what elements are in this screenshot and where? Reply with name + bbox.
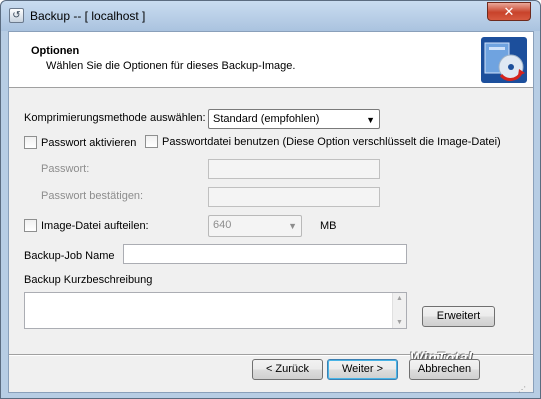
split-unit-label: MB (320, 220, 337, 232)
page-title: Optionen (31, 45, 80, 57)
close-button[interactable]: ✕ (487, 2, 531, 21)
backup-window: ↺ Backup -- [ localhost ] ✕ Optionen Wäh… (0, 0, 541, 399)
cancel-button[interactable]: Abbrechen (409, 359, 480, 380)
description-scrollbar[interactable]: ▲ ▼ (392, 293, 406, 328)
password-confirm-field[interactable] (208, 187, 380, 207)
header-band: Optionen Wählen Sie die Optionen für die… (9, 32, 533, 88)
job-name-label: Backup-Job Name (24, 250, 115, 262)
advanced-button[interactable]: Erweitert (422, 306, 495, 327)
chevron-down-icon: ▼ (288, 221, 297, 231)
dialog-client-area: Optionen Wählen Sie die Optionen für die… (8, 31, 534, 393)
title-bar[interactable]: ↺ Backup -- [ localhost ] ✕ (1, 1, 540, 31)
split-size-value: 640 (213, 219, 232, 231)
password-confirm-label: Passwort bestätigen: (41, 190, 144, 202)
password-file-label: Passwortdatei benutzen (Diese Option ver… (162, 136, 501, 148)
page-subtitle: Wählen Sie die Optionen für dieses Backu… (46, 60, 296, 72)
job-description-textarea[interactable]: ▲ ▼ (24, 292, 407, 329)
compression-select-value: Standard (empfohlen) (213, 113, 320, 125)
split-label: Image-Datei aufteilen: (41, 220, 149, 232)
password-file-checkbox[interactable] (145, 135, 158, 148)
split-checkbox[interactable] (24, 219, 37, 232)
compression-label: Komprimierungsmethode auswählen: (24, 112, 206, 124)
resize-grip-icon[interactable]: ⋰ (518, 385, 526, 394)
next-button[interactable]: Weiter > (327, 359, 398, 380)
backup-disc-icon (481, 37, 527, 83)
job-description-label: Backup Kurzbeschreibung (24, 274, 153, 286)
split-size-select[interactable]: 640 ▼ (208, 215, 302, 237)
compression-select[interactable]: Standard (empfohlen) ▼ (208, 109, 380, 129)
backup-app-icon: ↺ (9, 8, 24, 23)
password-enable-checkbox[interactable] (24, 136, 37, 149)
window-title: Backup -- [ localhost ] (30, 9, 146, 23)
back-button[interactable]: < Zurück (252, 359, 323, 380)
password-label: Passwort: (41, 163, 90, 175)
scroll-down-icon[interactable]: ▼ (396, 319, 403, 326)
job-name-input[interactable] (123, 244, 407, 264)
password-field[interactable] (208, 159, 380, 179)
scroll-up-icon[interactable]: ▲ (396, 295, 403, 302)
chevron-down-icon: ▼ (366, 115, 375, 125)
password-enable-label: Passwort aktivieren (41, 137, 137, 149)
